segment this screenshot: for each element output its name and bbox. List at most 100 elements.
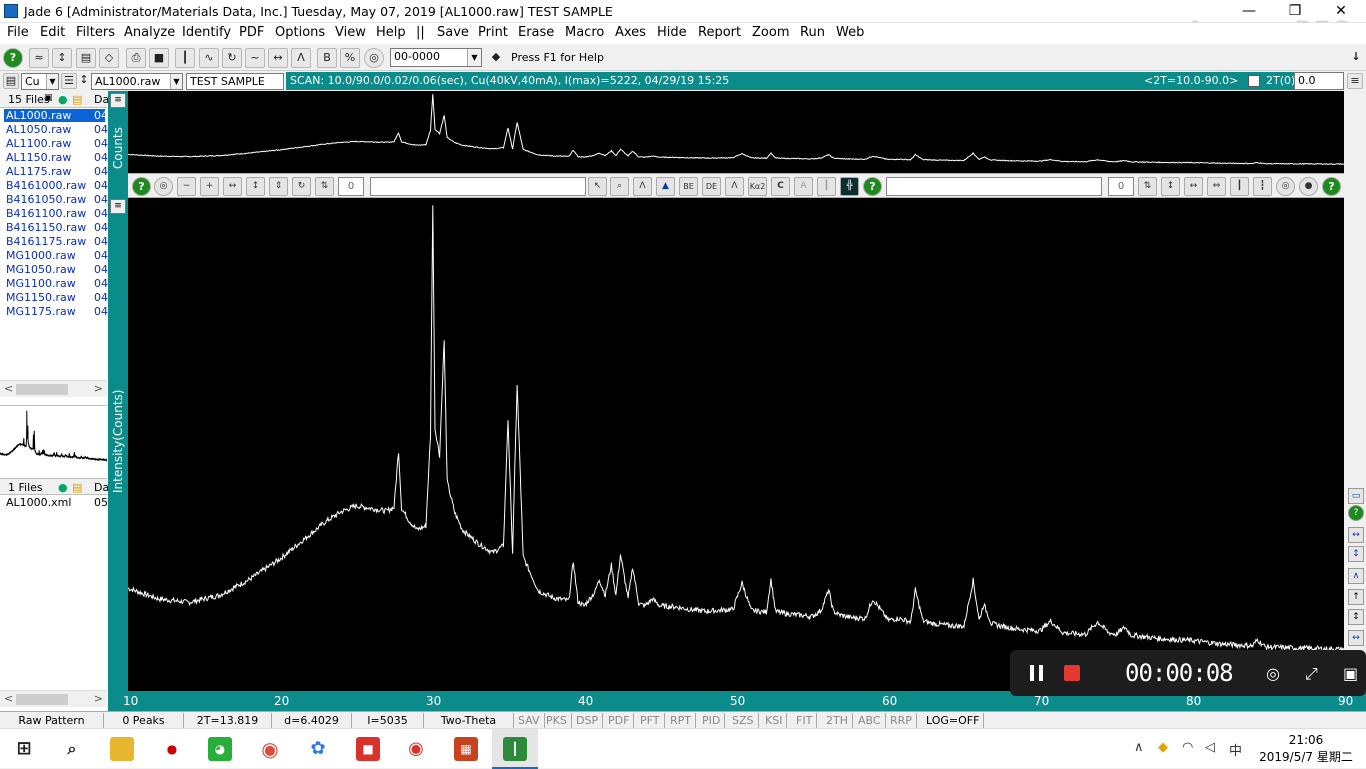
- flag-pdf[interactable]: PDF: [604, 713, 635, 728]
- element-select[interactable]: Cu ▼: [21, 73, 59, 90]
- overlay-select[interactable]: [886, 177, 1102, 196]
- peak-marker-icon[interactable]: Λ: [633, 177, 652, 196]
- overview-menu-icon[interactable]: ≡: [110, 93, 126, 108]
- de-icon[interactable]: DE: [702, 177, 721, 196]
- smooth-icon[interactable]: ∿: [199, 48, 219, 68]
- updown-icon[interactable]: ↕: [52, 48, 72, 68]
- file-list-item[interactable]: B4161175.raw: [6, 235, 86, 248]
- zoom-icon[interactable]: ▭: [1348, 488, 1364, 504]
- scroll-thumb[interactable]: [16, 384, 68, 395]
- step-value[interactable]: 0: [338, 177, 364, 196]
- search-icon[interactable]: ⌕: [60, 737, 84, 761]
- wechat-icon[interactable]: ◕: [208, 737, 232, 761]
- menu-help[interactable]: Help: [376, 25, 406, 40]
- be-icon[interactable]: BE: [679, 177, 698, 196]
- menu-macro[interactable]: Macro: [565, 25, 604, 40]
- cloud-app-icon[interactable]: ✿: [306, 737, 330, 761]
- file-list-item[interactable]: AL1100.raw: [6, 137, 71, 150]
- menu-identify[interactable]: Identify: [182, 25, 231, 40]
- file-list-item[interactable]: AL1050.raw: [6, 123, 71, 136]
- arrow-up-icon[interactable]: ↑: [1348, 589, 1364, 605]
- ka2-icon[interactable]: Kα2: [748, 177, 767, 196]
- file-list-item[interactable]: AL1175.raw: [6, 165, 71, 178]
- refresh-icon[interactable]: ↻: [222, 48, 242, 68]
- circle-icon[interactable]: ●: [1299, 177, 1318, 196]
- pattern-thumbnail[interactable]: [0, 405, 108, 465]
- menu-file[interactable]: File: [7, 25, 29, 40]
- sample-name-field[interactable]: TEST SAMPLE: [186, 73, 284, 90]
- stop-icon[interactable]: [1064, 665, 1080, 681]
- expand-x-icon[interactable]: ↔: [1348, 527, 1364, 543]
- chevron-down-icon[interactable]: ▼: [170, 74, 182, 89]
- stick-icon[interactable]: ┃: [817, 177, 836, 196]
- file-list-item[interactable]: MG1050.raw: [6, 263, 76, 276]
- zoom-icon[interactable]: ⌕: [610, 177, 629, 196]
- help-icon[interactable]: ?: [3, 48, 23, 68]
- text-size-icon[interactable]: A: [794, 177, 813, 196]
- scroll-right-icon[interactable]: >: [94, 382, 103, 395]
- spin-icon[interactable]: ↕: [78, 73, 90, 89]
- jade-taskbar-item[interactable]: ┃: [492, 729, 538, 769]
- updown-icon[interactable]: ⇅: [315, 177, 334, 196]
- filter-icon[interactable]: ≈: [29, 48, 49, 68]
- xml-list-scrollbar[interactable]: < >: [0, 690, 107, 707]
- pdf-overlay-field[interactable]: [370, 177, 586, 196]
- pdf-number-combo[interactable]: 00-0000 ▼: [390, 48, 482, 67]
- file-list-item[interactable]: B4161100.raw: [6, 207, 86, 220]
- file-list-item[interactable]: AL1150.raw: [6, 151, 71, 164]
- file-list-item[interactable]: MG1100.raw: [6, 277, 76, 290]
- volume-icon[interactable]: ◁: [1205, 740, 1215, 755]
- file-list-item[interactable]: MG1175.raw: [6, 305, 76, 318]
- rotate-icon[interactable]: ↻: [292, 177, 311, 196]
- file-list-scrollbar[interactable]: < >: [0, 380, 107, 397]
- percent-icon[interactable]: %: [340, 48, 360, 68]
- flag-pft[interactable]: PFT: [636, 713, 665, 728]
- flag-pid[interactable]: PID: [698, 713, 726, 728]
- fullscreen-icon[interactable]: ⤢: [1305, 664, 1318, 684]
- save-disk-icon[interactable]: ■: [149, 48, 169, 68]
- print-icon[interactable]: ⎙: [126, 48, 146, 68]
- updown-icon[interactable]: ↕: [1348, 609, 1364, 625]
- file-list-item[interactable]: B4161050.raw: [6, 193, 86, 206]
- file-list-item[interactable]: B4161000.raw: [6, 179, 86, 192]
- refresh-list-icon[interactable]: ●: [58, 93, 68, 106]
- open-folder-icon[interactable]: ▤: [72, 93, 82, 106]
- minus-icon[interactable]: −: [177, 177, 196, 196]
- scroll-left-icon[interactable]: <: [4, 382, 13, 395]
- shield-icon[interactable]: ◆: [1158, 740, 1168, 755]
- shift-lr-icon[interactable]: ↔: [1184, 177, 1203, 196]
- wifi-icon[interactable]: ◠: [1182, 740, 1193, 755]
- drop-icon[interactable]: ◆: [486, 48, 506, 68]
- menu-options[interactable]: Options: [275, 25, 325, 40]
- flag-sav[interactable]: SAV: [514, 713, 545, 728]
- menu-run[interactable]: Run: [800, 25, 825, 40]
- open-folder-icon[interactable]: ▤: [72, 481, 82, 494]
- flag-rpt[interactable]: RPT: [666, 713, 696, 728]
- file-list-item[interactable]: B4161150.raw: [6, 221, 86, 234]
- youdao-icon[interactable]: ■: [356, 737, 380, 761]
- fit-icon[interactable]: ↔: [1348, 630, 1364, 646]
- status-axis[interactable]: Two-Theta: [424, 713, 514, 728]
- shift-ud-icon[interactable]: ↕: [1161, 177, 1180, 196]
- scale-icon[interactable]: ⇕: [269, 177, 288, 196]
- office-icon[interactable]: ▦: [454, 737, 478, 761]
- folder-icon[interactable]: ▤: [3, 73, 19, 89]
- view-icon[interactable]: ▣: [44, 93, 53, 103]
- screenshot-icon[interactable]: ◎: [1266, 664, 1280, 683]
- bars-icon[interactable]: ┃: [175, 48, 195, 68]
- overview-plot[interactable]: [128, 91, 1345, 173]
- netease-music-icon[interactable]: ◉: [404, 737, 428, 761]
- pointer-icon[interactable]: ↖: [588, 177, 607, 196]
- scroll-left-icon[interactable]: <: [4, 692, 13, 705]
- date-column-header[interactable]: Da: [94, 93, 109, 106]
- system-clock[interactable]: 21:06 2019/5/7 星期二: [1254, 732, 1358, 766]
- step-value-right[interactable]: 0: [1108, 177, 1134, 196]
- chevron-down-icon[interactable]: ▼: [467, 49, 481, 66]
- histogram-icon[interactable]: ┇: [1253, 177, 1272, 196]
- expand-icon[interactable]: ↔: [268, 48, 288, 68]
- camera-icon[interactable]: ▣: [1343, 664, 1358, 683]
- file-list-item[interactable]: MG1150.raw: [6, 291, 76, 304]
- target-icon[interactable]: ◎: [154, 177, 173, 196]
- status-log[interactable]: LOG=OFF: [922, 713, 985, 728]
- c-icon[interactable]: C: [771, 177, 790, 196]
